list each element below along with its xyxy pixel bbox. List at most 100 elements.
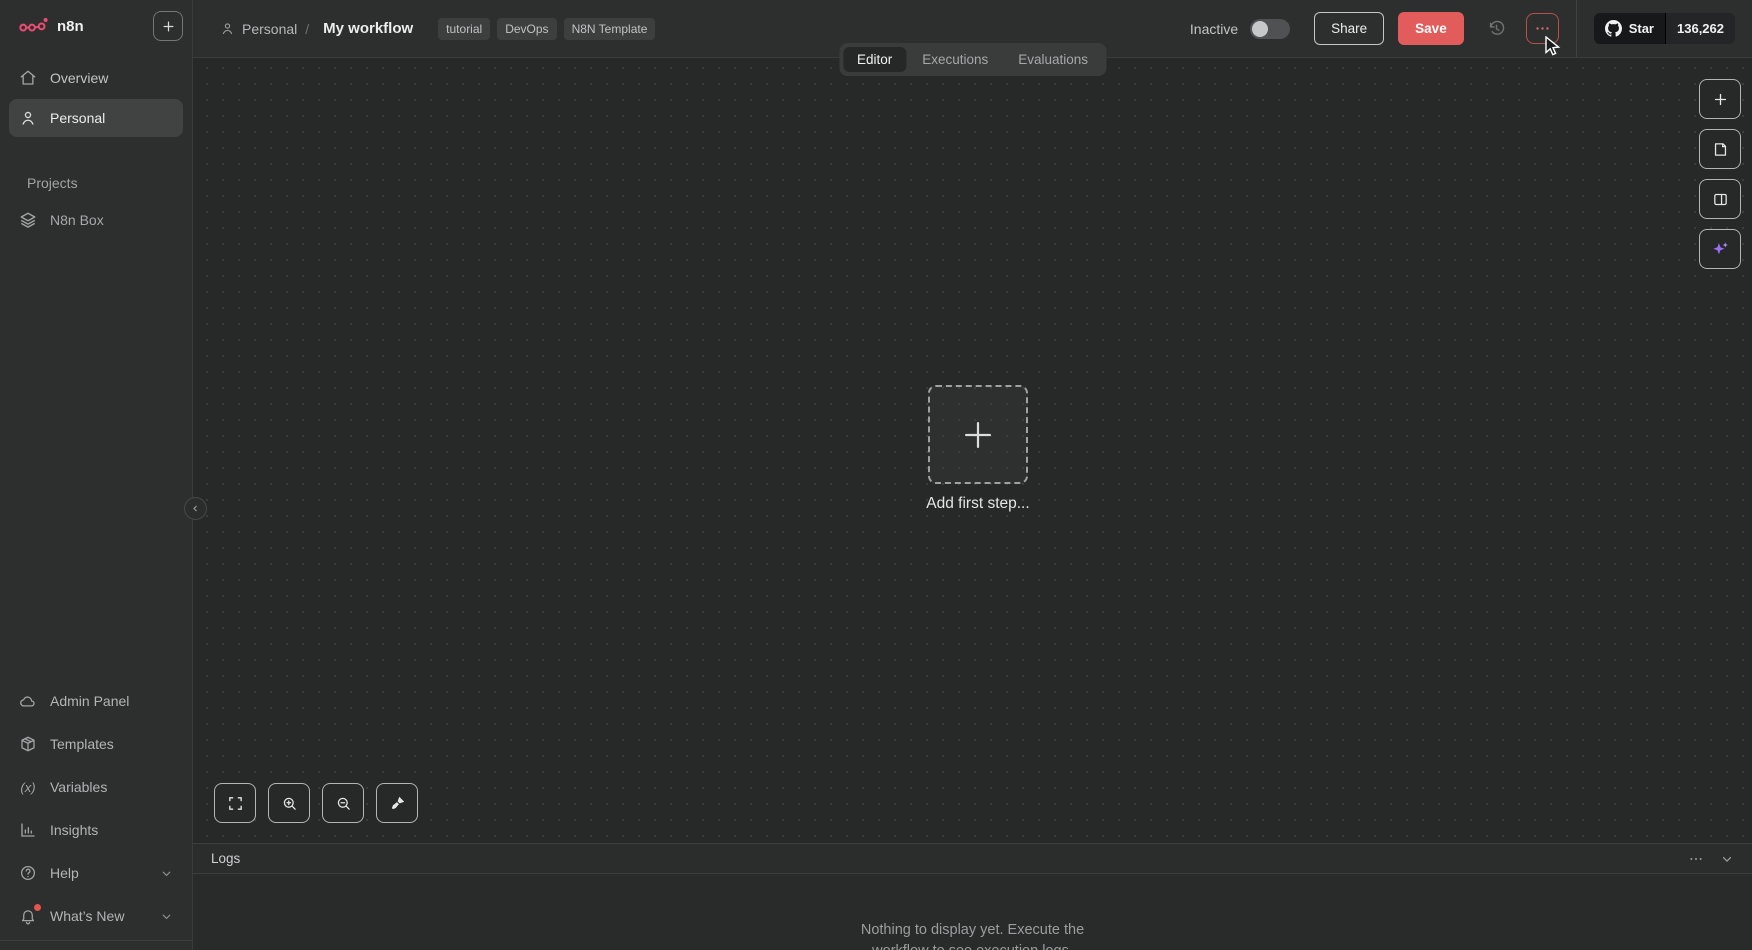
zoom-out-button[interactable] — [322, 783, 364, 823]
github-icon — [1604, 20, 1622, 37]
main-area: Personal / My workflow tutorial DevOps N… — [193, 0, 1752, 950]
logs-empty-state: Nothing to display yet. Execute the work… — [193, 920, 1752, 950]
workflow-menu-button[interactable] — [1525, 13, 1559, 44]
sidebar-item-label: Personal — [50, 110, 106, 126]
parentheses-x-icon: (x) — [20, 779, 36, 795]
sidebar-item-label: N8n Box — [50, 212, 104, 228]
workflow-history-button[interactable] — [1483, 15, 1510, 42]
notification-badge — [34, 904, 41, 911]
workflow-tag[interactable]: DevOps — [497, 17, 557, 40]
add-node-button[interactable] — [1699, 79, 1741, 119]
add-first-step-label: Add first step... — [926, 495, 1030, 512]
header-divider — [1575, 0, 1577, 57]
ellipsis-icon[interactable] — [1688, 851, 1704, 867]
header-actions: Inactive Share Save Star 136,262 — [1190, 0, 1752, 57]
sidebar-item-label: Insights — [50, 822, 99, 838]
sidebar-collapse-button[interactable] — [184, 497, 207, 520]
sidebar-item-personal[interactable]: Personal — [9, 99, 183, 137]
plus-icon — [163, 21, 173, 31]
logs-empty-line2: workflow to see execution logs. — [193, 941, 1752, 950]
sticky-note-icon — [1714, 142, 1726, 156]
toggle-knob — [1252, 20, 1269, 37]
share-button[interactable]: Share — [1314, 12, 1385, 45]
split-panel-button[interactable] — [1699, 179, 1741, 219]
chevron-down-icon[interactable] — [1720, 852, 1734, 866]
bar-chart-icon — [19, 821, 37, 839]
add-workflow-button[interactable] — [153, 11, 183, 41]
tidy-up-button[interactable] — [376, 783, 418, 823]
user-icon — [19, 109, 37, 127]
plus-icon — [965, 421, 991, 448]
sidebar-item-insights[interactable]: Insights — [9, 810, 183, 850]
zoom-out-icon — [337, 797, 350, 810]
sidebar-item-help[interactable]: Help — [9, 853, 183, 893]
sidebar-item-label: Overview — [50, 70, 109, 86]
chevron-down-icon — [160, 910, 173, 923]
workflow-tags: tutorial DevOps N8N Template — [438, 17, 656, 40]
logs-title: Logs — [211, 851, 241, 866]
workflow-title[interactable]: My workflow — [323, 20, 413, 37]
canvas-side-toolbar — [1699, 79, 1741, 269]
zoom-in-button[interactable] — [268, 783, 310, 823]
sidebar-item-project-n8n-box[interactable]: N8n Box — [9, 201, 183, 239]
sidebar-item-overview[interactable]: Overview — [9, 59, 183, 97]
user-icon — [222, 23, 233, 35]
bell-icon — [19, 904, 41, 925]
sidebar-nav: Overview Personal — [0, 59, 192, 137]
sidebar-bottom: Admin Panel Templates (x) Variables Insi… — [0, 681, 192, 939]
workflow-tag[interactable]: N8N Template — [563, 17, 656, 40]
breadcrumb: Personal / My workflow tutorial DevOps N… — [193, 17, 656, 40]
app-name: n8n — [57, 17, 84, 35]
chevron-left-icon — [193, 505, 197, 512]
projects-section-label: Projects — [27, 175, 78, 191]
plus-icon — [1714, 93, 1726, 105]
panel-layout-icon — [1713, 193, 1727, 205]
workflow-status-label: Inactive — [1189, 20, 1239, 37]
sidebar-item-label: Admin Panel — [50, 693, 130, 709]
help-circle-icon — [19, 864, 37, 882]
ellipsis-icon — [1536, 27, 1549, 30]
sidebar-header: n8n — [0, 0, 192, 51]
workflow-active-toggle[interactable] — [1250, 18, 1291, 39]
sidebar-item-label: What’s New — [50, 908, 125, 924]
tab-evaluations[interactable]: Evaluations — [1004, 47, 1102, 72]
sidebar-item-admin-panel[interactable]: Admin Panel — [9, 681, 183, 721]
broom-icon — [391, 796, 404, 809]
sidebar-item-variables[interactable]: (x) Variables — [9, 767, 183, 807]
sidebar-item-label: Templates — [50, 736, 114, 752]
sidebar-item-whats-new[interactable]: What’s New — [9, 896, 183, 936]
workflow-canvas[interactable]: Add first step... — [193, 58, 1752, 843]
cloud-icon — [19, 692, 37, 710]
layers-icon — [19, 211, 37, 229]
fit-view-icon — [228, 796, 242, 810]
logs-actions — [1688, 851, 1734, 867]
ai-assistant-button[interactable] — [1699, 229, 1741, 269]
tab-executions[interactable]: Executions — [908, 47, 1002, 72]
save-button[interactable]: Save — [1398, 12, 1464, 45]
add-sticky-note-button[interactable] — [1699, 129, 1741, 169]
add-first-step-button[interactable] — [928, 385, 1028, 484]
view-tabs: Editor Executions Evaluations — [838, 43, 1107, 76]
logs-empty-line1: Nothing to display yet. Execute the — [860, 922, 1085, 938]
n8n-logo-icon — [19, 17, 48, 32]
github-star-widget[interactable]: Star 136,262 — [1593, 13, 1735, 44]
sidebar-item-templates[interactable]: Templates — [9, 724, 183, 764]
sidebar-divider — [0, 940, 192, 941]
breadcrumb-project-label: Personal — [242, 20, 298, 37]
breadcrumb-project[interactable]: Personal — [220, 21, 297, 37]
logs-panel: Logs Nothing to display yet. Execute the… — [193, 843, 1752, 950]
logs-panel-header[interactable]: Logs — [193, 843, 1752, 874]
sidebar: n8n Overview Personal Projects N8n Box A… — [0, 0, 193, 950]
workflow-tag[interactable]: tutorial — [438, 17, 491, 40]
sparkles-icon — [1712, 241, 1728, 254]
tab-editor[interactable]: Editor — [842, 47, 907, 72]
canvas-zoom-controls — [214, 783, 418, 823]
sidebar-item-label: Help — [50, 865, 79, 881]
breadcrumb-separator: / — [305, 20, 310, 37]
home-icon — [19, 69, 37, 87]
package-icon — [19, 735, 37, 753]
n8n-logo: n8n — [18, 16, 84, 36]
sidebar-item-label: Variables — [50, 779, 108, 795]
github-star-label: Star — [1628, 21, 1654, 36]
fit-view-button[interactable] — [214, 783, 256, 823]
